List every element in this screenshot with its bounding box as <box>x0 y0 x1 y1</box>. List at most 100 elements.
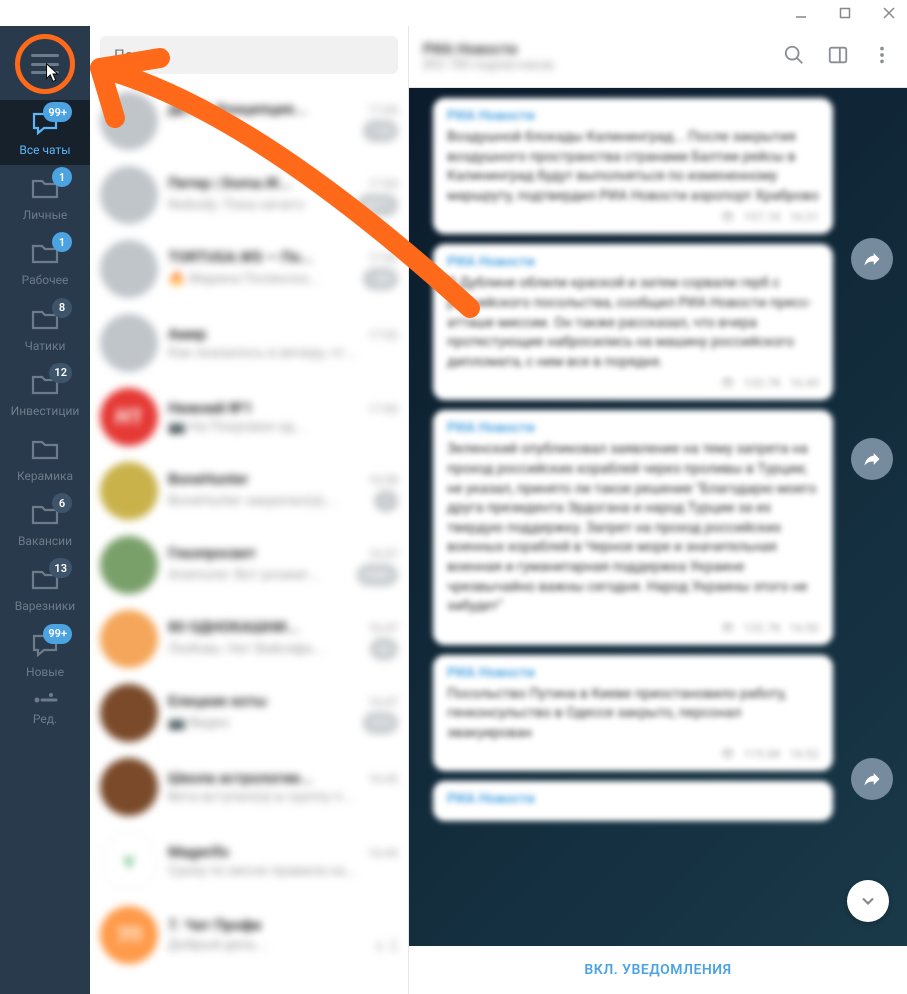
view-count: 197.1K <box>743 210 781 224</box>
chat-preview: BoneHunter закрепил(а)... <box>168 493 336 509</box>
chat-preview: 📷 На Покровке од... <box>168 419 305 435</box>
chat-item[interactable]: 7П7. Чат ПрофиДобрый день...∧ 2 <box>90 898 408 972</box>
sidepanel-button[interactable] <box>827 44 849 70</box>
chat-preview: Nobody: Пока ничего <box>168 197 305 213</box>
chat-item[interactable]: BoneHunter16:58BoneHunter закрепил(а)...… <box>90 454 408 528</box>
chat-name: Magerifo <box>168 843 229 861</box>
message-bubble[interactable]: РИА НовостиВоздушной блокады Калининград… <box>433 98 833 234</box>
chat-preview: Anemone: Вот розжиг... <box>168 567 320 583</box>
folder-badge: 6 <box>52 493 72 513</box>
folder-badge: 12 <box>49 363 72 383</box>
avatar: V <box>100 832 158 890</box>
scroll-down-button[interactable] <box>847 880 889 922</box>
chat-time: 16:44 <box>368 846 398 860</box>
folder-badge: 1 <box>52 232 72 252</box>
chat-time: 16:47 <box>368 695 398 709</box>
folder-label: Инвестиции <box>11 405 80 418</box>
chat-item[interactable]: Питер | Doma.IK...17:03Nobody: Пока ниче… <box>90 158 408 232</box>
maximize-button[interactable] <box>837 5 853 21</box>
chat-item[interactable]: ДЕТИ. Концепция...17:05116 <box>90 84 408 158</box>
chat-time: 17:02 <box>368 251 398 265</box>
search-input[interactable] <box>100 36 398 74</box>
enable-notifications-button[interactable]: ВКЛ. УВЕДОМЛЕНИЯ <box>409 946 907 994</box>
message-source: РИА Новости <box>447 108 819 124</box>
chat-item[interactable]: VMagerifo16:44Сразу по весне правила ка.… <box>90 824 408 898</box>
folder-personal[interactable]: Личные1 <box>0 165 90 230</box>
message-source: РИА Новости <box>447 791 819 807</box>
chat-pane: РИА Новости 892 789 подписчиков РИА Ново… <box>409 26 907 994</box>
view-count: 132.7K <box>743 621 781 635</box>
messages-area[interactable]: РИА НовостиВоздушной блокады Калининград… <box>409 88 907 946</box>
chat-name: Амир <box>168 325 206 343</box>
folder-invest[interactable]: Инвестиции 12 <box>0 361 90 426</box>
folder-vac[interactable]: Вакансии 6 <box>0 491 90 556</box>
folder-all[interactable]: Все чаты99+ <box>0 100 90 165</box>
chat-item[interactable]: Глазпросвет16:57Anemone: Вот розжиг...03… <box>90 528 408 602</box>
avatar <box>100 240 158 298</box>
avatar <box>100 610 158 668</box>
folder-chats2[interactable]: Чатики8 <box>0 296 90 361</box>
folder-work[interactable]: Рабочее1 <box>0 230 90 295</box>
edit-folders-button[interactable]: Ред. <box>32 693 58 726</box>
message-bubble[interactable]: РИА Новости <box>433 781 833 821</box>
message-bubble[interactable]: РИА НовостиЗеленский опубликовал заявлен… <box>433 410 833 644</box>
chat-preview: Добрый день... <box>168 937 267 953</box>
chat-time: 16:47 <box>368 621 398 635</box>
chat-name: TORTUGA.WS — По... <box>168 248 313 266</box>
message-text: Посольство Путина в Киеве приостановило … <box>447 685 819 744</box>
search-in-chat-button[interactable] <box>783 44 805 70</box>
folder-badge: 13 <box>49 558 72 578</box>
folder-label: Вакансии <box>18 535 72 548</box>
chat-time: 16:45 <box>368 772 398 786</box>
message-text: В Дублине облили краской и затем сорвали… <box>447 274 819 372</box>
avatar <box>100 536 158 594</box>
chat-title: РИА Новости <box>423 40 783 58</box>
chat-item[interactable]: Школа астрологии... 16:45 Вета вступил(а) … <box>90 750 408 824</box>
folder-new[interactable]: Новые99+ <box>0 622 90 687</box>
chat-name: Питер | Doma.IK... <box>168 174 292 192</box>
forward-fab-2[interactable] <box>851 438 893 480</box>
folders-sidebar: Все чаты99+Личные1Рабочее1Чатики8Инвести… <box>0 26 90 994</box>
chat-preview: Вета вступил(а) в группу п... <box>168 789 353 805</box>
forward-fab-1[interactable] <box>851 238 893 280</box>
avatar <box>100 758 158 816</box>
folder-var[interactable]: Варезники13 <box>0 556 90 621</box>
main-menu-button[interactable] <box>15 34 75 94</box>
chat-item[interactable]: 80 ОДНОКАШНИ... 16:47 Любовь: Нет Вайсефа.… <box>90 602 408 676</box>
folder-ceramic[interactable]: Керамика <box>0 426 90 491</box>
chat-time: 17:00 <box>368 402 398 416</box>
chat-list[interactable]: ДЕТИ. Концепция...17:05116Питер | Doma.I… <box>90 84 408 994</box>
minimize-button[interactable] <box>793 5 809 21</box>
message-source: РИА Новости <box>447 254 819 270</box>
message-bubble[interactable]: РИА НовостиПосольство Путина в Киеве при… <box>433 655 833 772</box>
avatar <box>100 166 158 224</box>
chat-item[interactable]: Елецкие коты16:47📷 Видео970 <box>90 676 408 750</box>
more-menu-button[interactable] <box>871 44 893 70</box>
unread-badge: 116 <box>363 120 398 142</box>
chat-time: 16:58 <box>368 473 398 487</box>
chat-name: Школа астрологии... <box>168 769 313 787</box>
chat-name: 80 ОДНОКАШНИ... <box>168 618 299 636</box>
close-button[interactable] <box>881 5 897 21</box>
message-time: 16:31 <box>789 210 819 224</box>
message-time: 16:49 <box>789 376 819 390</box>
edit-label: Ред. <box>33 713 57 726</box>
folder-label: Керамика <box>17 470 73 483</box>
message-bubble[interactable]: РИА Новости В Дублине облили краской и за… <box>433 244 833 400</box>
chat-item[interactable]: Амир17:02Как оказалось в вечеру, чт... <box>90 306 408 380</box>
folder-label: Личные <box>23 209 68 222</box>
chat-preview: 🔥 Марина Полянска... <box>168 271 319 287</box>
message-time: 16:50 <box>789 621 819 635</box>
chat-preview: Любовь: Нет Вайсефа... <box>168 641 323 657</box>
folder-label: Чатики <box>25 340 66 353</box>
folder-icon <box>30 436 60 466</box>
chat-name: 7. Чат Профи <box>168 916 261 934</box>
chat-time: 17:05 <box>368 103 398 117</box>
chat-item[interactable]: TORTUGA.WS — По... 17:02 🔥 Марина Полянска… <box>90 232 408 306</box>
chat-item[interactable]: H1Нижний №117:00📷 На Покровке од... <box>90 380 408 454</box>
chat-header[interactable]: РИА Новости 892 789 подписчиков <box>409 26 907 88</box>
unread-badge: 7 <box>374 490 398 512</box>
forward-fab-3[interactable] <box>851 758 893 800</box>
chat-list-pane: ДЕТИ. Концепция...17:05116Питер | Doma.I… <box>90 26 409 994</box>
view-count: 133.7K <box>743 376 781 390</box>
